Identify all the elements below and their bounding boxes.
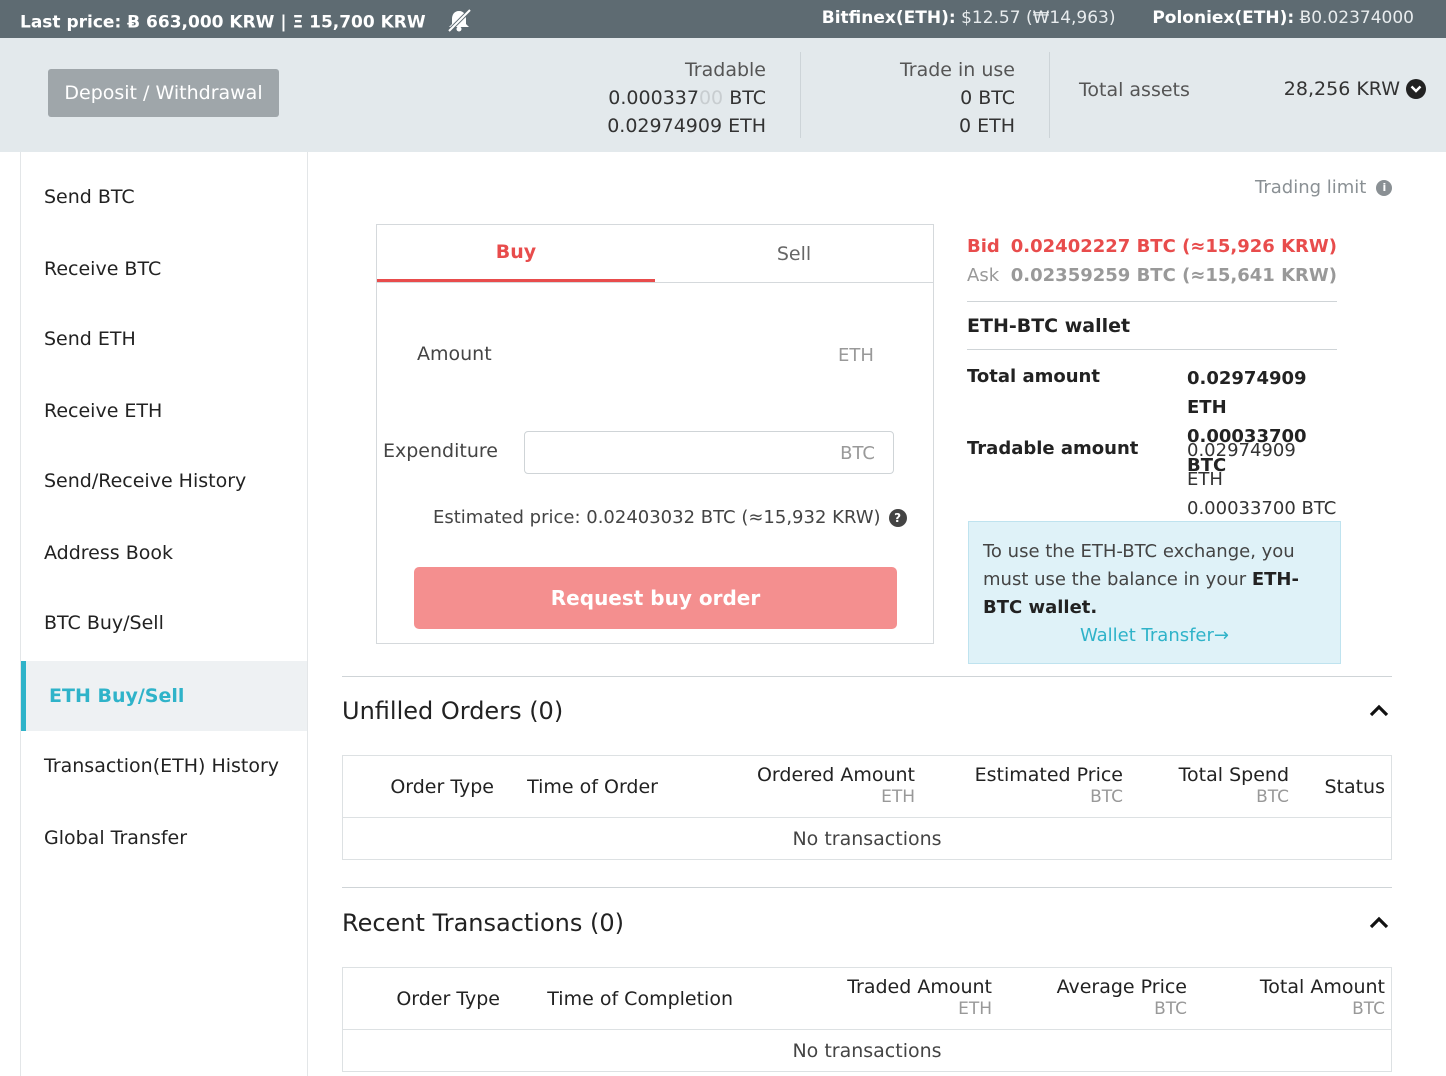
divider bbox=[800, 52, 801, 138]
info-icon[interactable]: i bbox=[1376, 179, 1393, 196]
bitfinex-label: Bitfinex(ETH): bbox=[821, 8, 956, 28]
col-total-spend: Total Spend BTC bbox=[1178, 764, 1289, 807]
total-assets-label: Total assets bbox=[1079, 79, 1190, 101]
sidebar-item-transaction-eth-history[interactable]: Transaction(ETH) History bbox=[21, 731, 307, 801]
sidebar-item-send-eth[interactable]: Send ETH bbox=[21, 304, 307, 374]
divider bbox=[1049, 52, 1050, 138]
sidebar-item-btc-buy-sell[interactable]: BTC Buy/Sell bbox=[21, 588, 307, 658]
ask-label: Ask bbox=[967, 265, 1000, 286]
in-use-header: Trade in use bbox=[899, 59, 1015, 81]
empty-row: No transactions bbox=[792, 827, 942, 850]
balances-header: Deposit / Withdrawal Tradable 0.00033700… bbox=[0, 38, 1446, 152]
table-header: Order Type Time of Order Ordered Amount E… bbox=[343, 756, 1391, 818]
sidebar-item-address-book[interactable]: Address Book bbox=[21, 518, 307, 588]
tradable-eth: 0.02974909 ETH bbox=[607, 115, 766, 137]
expenditure-input[interactable]: BTC bbox=[524, 431, 894, 474]
recent-transactions-table: Order Type Time of Completion Traded Amo… bbox=[342, 967, 1392, 1072]
wallet-notice: To use the ETH-BTC exchange, you must us… bbox=[968, 521, 1341, 664]
bid-label: Bid bbox=[967, 236, 1000, 257]
bid-row: Bid 0.02402227 BTC (≈15,926 KRW) bbox=[967, 232, 1337, 261]
chevron-up-icon[interactable] bbox=[1368, 700, 1390, 722]
col-status: Status bbox=[1324, 776, 1385, 798]
divider bbox=[342, 676, 1392, 677]
wallet-tradable-row: Tradable amount 0.02974909 ETH 0.0003370… bbox=[967, 436, 1337, 519]
sidebar-nav: Send BTC Receive BTC Send ETH Receive ET… bbox=[20, 152, 308, 1076]
bid-value: 0.02402227 BTC (≈15,926 KRW) bbox=[1010, 236, 1337, 257]
divider bbox=[967, 301, 1337, 302]
tab-buy[interactable]: Buy bbox=[377, 225, 655, 283]
wallet-title: ETH-BTC wallet bbox=[967, 315, 1131, 337]
ask-row: Ask 0.02359259 BTC (≈15,641 KRW) bbox=[967, 261, 1337, 290]
table-header: Order Type Time of Completion Traded Amo… bbox=[343, 968, 1391, 1030]
wallet-tradable-btc: 0.00033700 BTC bbox=[1187, 498, 1337, 519]
help-icon[interactable]: ? bbox=[888, 508, 907, 527]
divider bbox=[967, 349, 1337, 350]
wallet-transfer-link[interactable]: Wallet Transfer→ bbox=[983, 622, 1326, 650]
col-traded-amount: Traded Amount ETH bbox=[847, 976, 992, 1019]
amount-label: Amount bbox=[417, 343, 492, 365]
trading-limit[interactable]: Trading limit i bbox=[1255, 177, 1393, 198]
sidebar-item-send-btc[interactable]: Send BTC bbox=[21, 162, 307, 232]
last-price-text: Last price: Ƀ 663,000 KRW | Ξ 15,700 KRW bbox=[20, 12, 426, 33]
wallet-tradable-label: Tradable amount bbox=[967, 438, 1139, 459]
chevron-up-icon[interactable] bbox=[1368, 912, 1390, 934]
total-assets-amount: 28,256 KRW bbox=[1283, 78, 1400, 100]
col-average-price: Average Price BTC bbox=[1056, 976, 1187, 1019]
col-time-of-order: Time of Order bbox=[527, 776, 658, 798]
sidebar-item-receive-eth[interactable]: Receive ETH bbox=[21, 376, 307, 446]
in-use-eth: 0 ETH bbox=[958, 115, 1015, 137]
expenditure-label: Expenditure bbox=[383, 440, 498, 462]
deposit-withdrawal-button[interactable]: Deposit / Withdrawal bbox=[48, 69, 279, 117]
col-estimated-price: Estimated Price BTC bbox=[974, 764, 1123, 807]
recent-transactions-title: Recent Transactions (0) bbox=[342, 909, 624, 937]
ask-value: 0.02359259 BTC (≈15,641 KRW) bbox=[1010, 265, 1337, 286]
bitfinex-value: $12.57 (₩14,963) bbox=[961, 8, 1116, 28]
in-use-btc: 0 BTC bbox=[960, 87, 1015, 109]
in-use-balance: Trade in use 0 BTC 0 ETH bbox=[850, 56, 1015, 140]
col-time-of-completion: Time of Completion bbox=[547, 988, 733, 1010]
ticker-bar: Last price: Ƀ 663,000 KRW | Ξ 15,700 KRW… bbox=[0, 0, 1446, 38]
exchange-rates: Bitfinex(ETH): $12.57 (₩14,963) Poloniex… bbox=[822, 8, 1414, 28]
sidebar-item-global-transfer[interactable]: Global Transfer bbox=[21, 803, 307, 873]
empty-row: No transactions bbox=[792, 1039, 942, 1062]
poloniex-value: Ƀ0.02374000 bbox=[1299, 8, 1414, 28]
col-order-type: Order Type bbox=[396, 988, 500, 1010]
request-buy-order-button[interactable]: Request buy order bbox=[414, 567, 897, 629]
wallet-total-label: Total amount bbox=[967, 366, 1100, 387]
divider bbox=[342, 887, 1392, 888]
order-form: Buy Sell Amount ETH Expenditure BTC Esti… bbox=[376, 224, 934, 644]
sidebar-item-send-receive-history[interactable]: Send/Receive History bbox=[21, 446, 307, 516]
wallet-total-eth: 0.02974909 ETH bbox=[1187, 368, 1307, 418]
tradable-btc: 0.00033700 BTC bbox=[608, 87, 766, 109]
total-assets-value[interactable]: 28,256 KRW bbox=[1284, 78, 1426, 100]
tab-sell[interactable]: Sell bbox=[655, 225, 933, 283]
col-ordered-amount: Ordered Amount ETH bbox=[756, 764, 915, 807]
poloniex-label: Poloniex(ETH): bbox=[1152, 8, 1295, 28]
wallet-tradable-values: 0.02974909 ETH 0.00033700 BTC bbox=[1187, 436, 1337, 523]
amount-input[interactable] bbox=[524, 329, 894, 377]
tradable-header: Tradable bbox=[684, 59, 766, 81]
sidebar-item-eth-buy-sell[interactable]: ETH Buy/Sell bbox=[21, 661, 307, 731]
wallet-tradable-eth: 0.02974909 ETH bbox=[1187, 440, 1296, 490]
estimated-price: Estimated price: 0.02403032 BTC (≈15,932… bbox=[433, 507, 907, 528]
tab-divider bbox=[377, 282, 933, 283]
last-price: Last price: Ƀ 663,000 KRW | Ξ 15,700 KRW bbox=[20, 8, 472, 37]
wallet-total-row: Total amount 0.02974909 ETH 0.00033700 B… bbox=[967, 364, 1337, 476]
notice-text: To use the ETH-BTC exchange, you must us… bbox=[983, 541, 1295, 590]
col-total-amount: Total Amount BTC bbox=[1259, 976, 1385, 1019]
tradable-balance: Tradable 0.00033700 BTC 0.02974909 ETH bbox=[560, 56, 766, 140]
unfilled-orders-title: Unfilled Orders (0) bbox=[342, 697, 564, 725]
sidebar-item-receive-btc[interactable]: Receive BTC bbox=[21, 234, 307, 304]
expenditure-unit: BTC bbox=[840, 443, 875, 464]
chevron-down-circle-icon[interactable] bbox=[1406, 79, 1426, 99]
estimated-price-text: Estimated price: 0.02403032 BTC (≈15,932… bbox=[433, 507, 881, 528]
trading-limit-label: Trading limit bbox=[1255, 177, 1367, 198]
bid-ask: Bid 0.02402227 BTC (≈15,926 KRW) Ask 0.0… bbox=[967, 232, 1337, 290]
col-order-type: Order Type bbox=[390, 776, 494, 798]
unfilled-orders-table: Order Type Time of Order Ordered Amount E… bbox=[342, 755, 1392, 860]
mute-bell-icon[interactable] bbox=[446, 8, 472, 37]
